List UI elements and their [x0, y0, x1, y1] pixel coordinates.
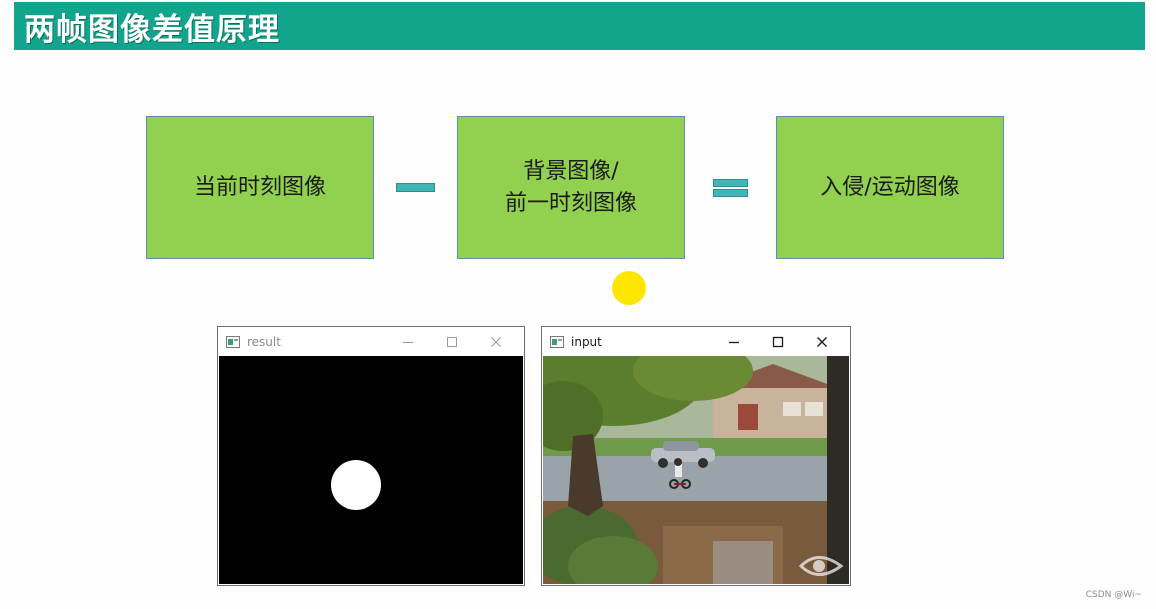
- close-icon: [491, 336, 501, 347]
- slide-title: 两帧图像差值原理: [24, 11, 280, 48]
- minimize-button[interactable]: [386, 327, 430, 356]
- motion-blob: [331, 460, 381, 510]
- input-window-title: input: [571, 334, 602, 349]
- input-window-titlebar[interactable]: input: [542, 327, 850, 356]
- maximize-icon: [772, 336, 784, 347]
- result-window[interactable]: result: [217, 326, 525, 586]
- current-frame-box: 当前时刻图像: [146, 116, 374, 259]
- equals-operator-top: [713, 179, 748, 187]
- difference-mask: [219, 356, 523, 584]
- current-frame-label: 当前时刻图像: [193, 174, 326, 200]
- csdn-watermark: CSDN @Wi~: [1085, 590, 1142, 600]
- close-button[interactable]: [474, 327, 518, 356]
- cursor-highlight: [612, 271, 646, 305]
- maximize-icon: [447, 336, 457, 347]
- app-window-icon: [226, 335, 240, 348]
- motion-frame-box: 入侵/运动图像: [776, 116, 1004, 259]
- street-scene: [543, 356, 849, 584]
- minus-operator: [396, 183, 435, 192]
- background-frame-label-line2: 前一时刻图像: [504, 190, 637, 216]
- slide-title-bar: 两帧图像差值原理: [14, 2, 1145, 50]
- maximize-button[interactable]: [430, 327, 474, 356]
- app-window-icon: [550, 335, 564, 348]
- minimize-icon: [403, 341, 413, 343]
- input-window[interactable]: input: [541, 326, 851, 586]
- close-icon: [817, 336, 827, 347]
- minimize-icon: [729, 341, 739, 343]
- background-frame-label-line1: 背景图像/: [523, 158, 619, 184]
- result-image: [219, 356, 523, 584]
- result-window-titlebar[interactable]: result: [218, 327, 524, 356]
- result-window-title: result: [247, 334, 281, 349]
- input-video-frame: [543, 356, 849, 584]
- maximize-button[interactable]: [756, 327, 800, 356]
- background-frame-box: 背景图像/ 前一时刻图像: [457, 116, 685, 259]
- minimize-button[interactable]: [712, 327, 756, 356]
- equals-operator-bottom: [713, 189, 748, 197]
- motion-frame-label: 入侵/运动图像: [820, 174, 960, 200]
- close-button[interactable]: [800, 327, 844, 356]
